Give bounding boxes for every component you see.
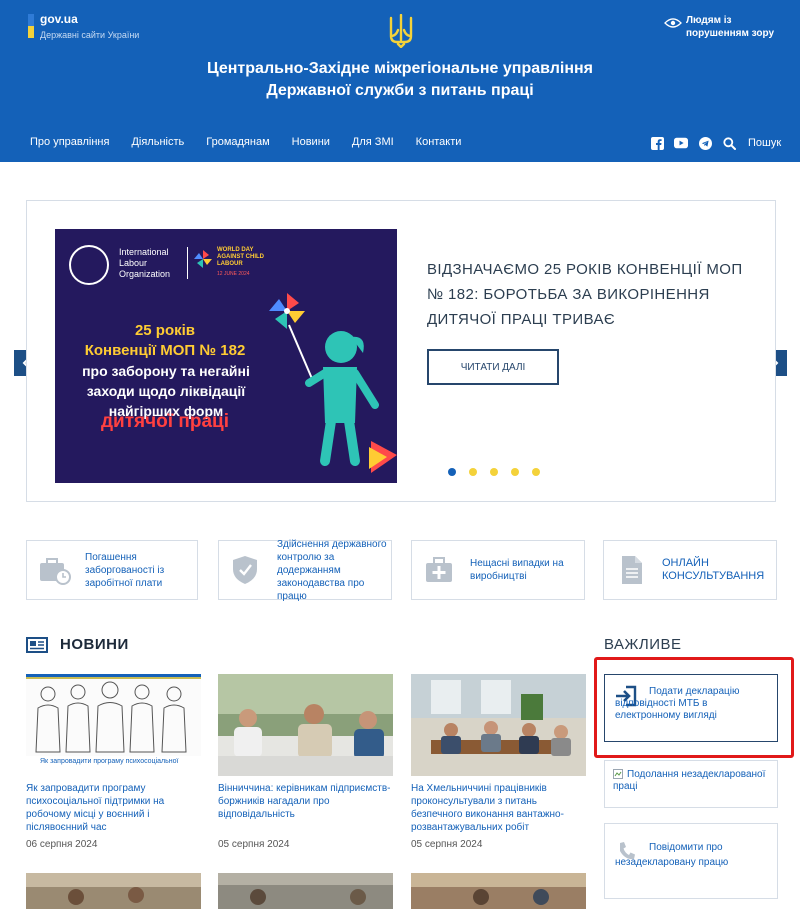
slider-dot-3[interactable] xyxy=(490,468,498,476)
world-day-label: WORLD DAY AGAINST CHILD LABOUR xyxy=(217,247,264,267)
report-undeclared-link[interactable]: Повідомити про незадекларовану працю xyxy=(604,823,778,899)
document-icon xyxy=(622,556,642,584)
first-aid-kit-icon xyxy=(426,557,452,582)
accessibility-label: Людям із порушенням зору xyxy=(686,15,775,39)
service-label: ОНЛАЙН КОНСУЛЬТУВАННЯ xyxy=(662,557,765,582)
slider-dot-4[interactable] xyxy=(511,468,519,476)
nav-about[interactable]: Про управління xyxy=(30,136,109,152)
social-links: Пошук xyxy=(650,136,781,150)
youtube-icon[interactable] xyxy=(674,136,688,150)
service-online-consulting[interactable]: ОНЛАЙН КОНСУЛЬТУВАННЯ xyxy=(603,540,777,600)
pinwheel-icon xyxy=(194,250,212,268)
telegram-icon[interactable] xyxy=(698,136,712,150)
title-line-1: Центрально-Західне міжрегіональне управл… xyxy=(206,60,594,77)
news-title[interactable]: Вінниччина: керівникам підприємств-боржн… xyxy=(218,782,393,821)
newspaper-icon xyxy=(26,636,48,653)
slide-banner-image[interactable]: International Labour Organization WORLD … xyxy=(55,229,397,483)
news-image[interactable] xyxy=(411,674,586,776)
shield-check-icon xyxy=(233,556,257,584)
ilo-logo-icon xyxy=(69,245,109,285)
facebook-icon[interactable] xyxy=(650,136,664,150)
briefcase-clock-icon xyxy=(40,558,71,585)
gov-ua-subtitle: Державні сайти України xyxy=(40,30,140,40)
main-nav: Про управління Діяльність Громадянам Нов… xyxy=(30,136,483,152)
news-image[interactable] xyxy=(411,873,586,909)
important-heading: ВАЖЛИВЕ xyxy=(604,636,682,653)
banner-line-4: дитячої праці xyxy=(101,411,229,432)
report-undeclared-label: Повідомити про незадекларовану працю xyxy=(615,842,729,868)
news-date: 05 серпня 2024 xyxy=(218,839,290,850)
service-work-accidents[interactable]: Нещасні випадки на виробництві xyxy=(411,540,585,600)
nav-citizens[interactable]: Громадянам xyxy=(206,136,269,152)
banner-divider xyxy=(187,247,188,279)
news-title[interactable]: На Хмельниччині працівників проконсульту… xyxy=(411,782,586,834)
title-line-2: Державної служби з питань праці xyxy=(266,82,534,99)
service-label: Погашення заборгованості із заробітної п… xyxy=(85,551,165,589)
slide-title[interactable]: ВІДЗНАЧАЄМО 25 РОКІВ КОНВЕНЦІЇ МОП № 182… xyxy=(427,257,757,332)
trident-logo-icon[interactable] xyxy=(389,14,413,48)
world-day-date: 12 JUNE 2024 xyxy=(217,271,250,277)
service-label: Нещасні випадки на виробництві xyxy=(470,558,564,582)
news-slider: International Labour Organization WORLD … xyxy=(26,200,776,502)
slider-dot-2[interactable] xyxy=(469,468,477,476)
search-icon[interactable] xyxy=(722,136,736,150)
news-image-caption: Як запровадити програму психосоціальної xyxy=(40,758,179,765)
ukraine-flag-icon xyxy=(28,14,34,38)
highlight-box xyxy=(594,657,794,758)
news-image[interactable] xyxy=(218,674,393,776)
undeclared-labour-link[interactable]: Подолання незадекларованої праці xyxy=(604,760,778,808)
news-image[interactable] xyxy=(26,873,201,909)
nav-news[interactable]: Новини xyxy=(292,136,330,152)
eye-icon xyxy=(664,18,682,28)
child-with-pinwheel-illustration xyxy=(269,293,397,473)
ilo-name: International Labour Organization xyxy=(119,247,171,279)
search-label[interactable]: Пошук xyxy=(748,137,781,149)
news-date: 06 серпня 2024 xyxy=(26,839,98,850)
page-title: Центрально-Західне міжрегіональне управл… xyxy=(150,58,650,102)
service-label: Здійснення державного контролю за додерж… xyxy=(277,538,387,602)
nav-activity[interactable]: Діяльність xyxy=(131,136,184,152)
banner-line-2: Конвенції МОП № 182 xyxy=(84,342,246,359)
site-header: gov.ua Державні сайти України Людям із п… xyxy=(0,0,800,162)
nav-media[interactable]: Для ЗМІ xyxy=(352,136,394,152)
slider-dot-1[interactable] xyxy=(448,468,456,476)
slider-dots xyxy=(448,468,540,476)
news-heading: НОВИНИ xyxy=(60,636,129,653)
banner-line-1: 25 років xyxy=(134,322,196,339)
service-state-control[interactable]: Здійснення державного контролю за додерж… xyxy=(218,538,392,602)
nav-contacts[interactable]: Контакти xyxy=(416,136,462,152)
gov-ua-name: gov.ua xyxy=(40,12,78,26)
read-more-button[interactable]: ЧИТАТИ ДАЛІ xyxy=(427,349,559,385)
slider-dot-5[interactable] xyxy=(532,468,540,476)
service-wage-arrears[interactable]: Погашення заборгованості із заробітної п… xyxy=(26,540,198,600)
news-section-header: НОВИНИ xyxy=(26,636,129,653)
news-title[interactable]: Як запровадити програму психосоціальної … xyxy=(26,782,201,834)
news-date: 05 серпня 2024 xyxy=(411,839,483,850)
undeclared-labour-label: Подолання незадекларованої праці xyxy=(613,769,766,792)
news-image[interactable]: Як запровадити програму психосоціальної xyxy=(26,674,201,776)
news-image[interactable] xyxy=(218,873,393,909)
